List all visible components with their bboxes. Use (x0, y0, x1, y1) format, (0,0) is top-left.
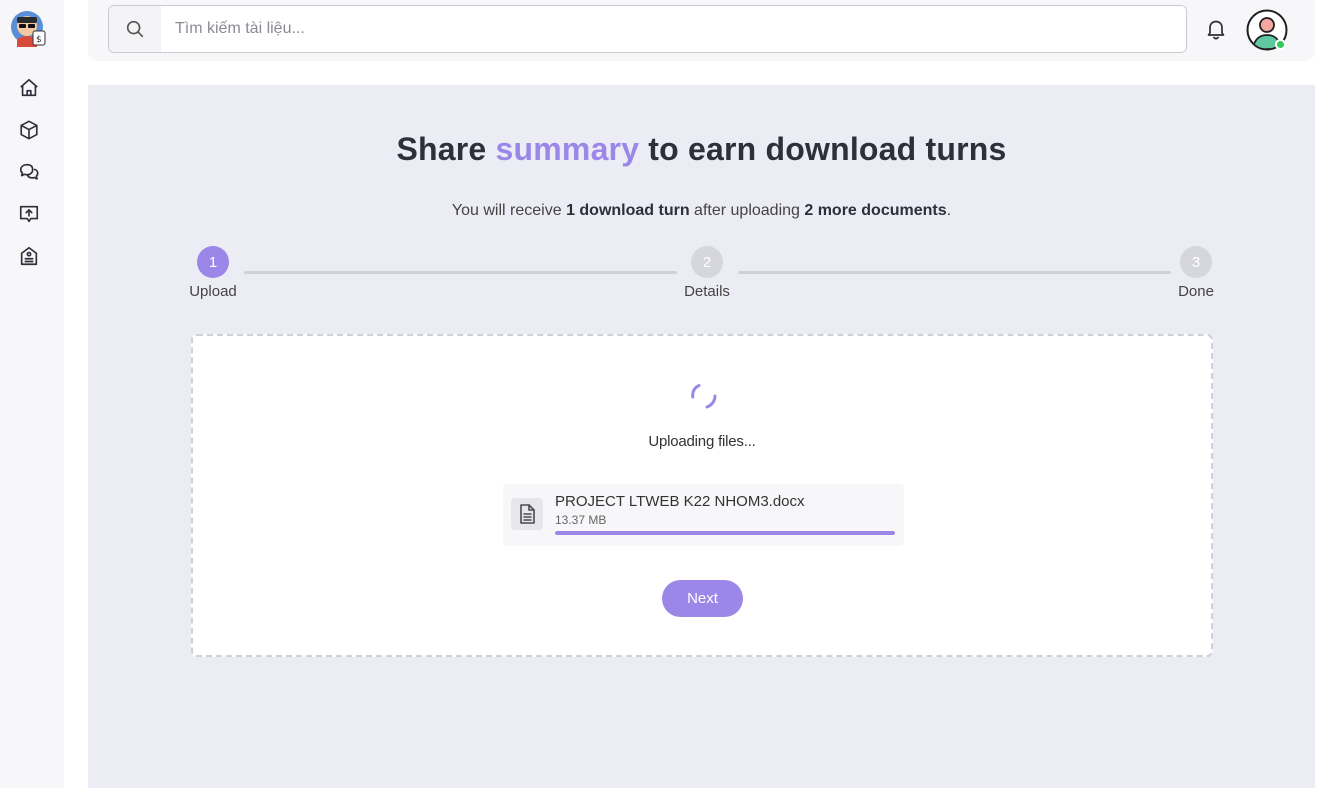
subtitle-bold2: 2 more documents (804, 202, 947, 219)
subtitle-bold1: 1 download turn (566, 202, 690, 219)
loading-spinner-icon (688, 380, 720, 412)
upload-progress-bar (555, 531, 895, 535)
uploaded-file-card: PROJECT LTWEB K22 NHOM3.docx 13.37 MB (503, 484, 904, 546)
subtitle-part2: after uploading (689, 202, 805, 219)
step-3-label: Done (1178, 283, 1214, 300)
step-2-label: Details (684, 283, 730, 300)
search-bar[interactable] (108, 5, 1187, 53)
step-2-circle: 2 (691, 246, 723, 278)
step-1-label: Upload (189, 283, 237, 300)
svg-text:$: $ (36, 35, 42, 45)
home-icon[interactable] (17, 76, 41, 100)
mascot-logo[interactable]: $ (9, 9, 49, 49)
title-prefix: Share (396, 131, 496, 167)
online-status-indicator (1275, 39, 1286, 50)
sidebar: $ (0, 0, 64, 788)
page-title: Share summary to earn download turns (88, 131, 1315, 168)
subtitle-part1: You will receive (451, 202, 567, 219)
subtitle-part3: . (946, 202, 952, 219)
step-connector-2 (738, 271, 1171, 274)
upload-dropzone[interactable]: Uploading files... PROJECT LTWEB K22 NHO… (191, 334, 1213, 657)
main-content: Share summary to earn download turns You… (88, 85, 1315, 788)
top-header (88, 0, 1315, 61)
title-suffix: to earn download turns (639, 131, 1007, 167)
next-button[interactable]: Next (662, 580, 743, 617)
title-accent: summary (495, 131, 640, 167)
page-subtitle: You will receive 1 download turn after u… (88, 202, 1315, 220)
chat-bubbles-icon[interactable] (17, 160, 41, 184)
upload-progress-fill (555, 531, 895, 535)
step-1-circle: 1 (197, 246, 229, 278)
bell-icon[interactable] (1203, 16, 1229, 42)
search-input[interactable] (161, 6, 1186, 52)
file-size: 13.37 MB (555, 513, 607, 527)
upload-box-icon[interactable] (17, 202, 41, 226)
step-connector-1 (244, 271, 677, 274)
file-name: PROJECT LTWEB K22 NHOM3.docx (555, 493, 805, 510)
step-3-circle: 3 (1180, 246, 1212, 278)
cube-icon[interactable] (17, 118, 41, 142)
building-icon[interactable] (17, 244, 41, 268)
uploading-status: Uploading files... (648, 433, 756, 450)
document-icon (511, 498, 543, 530)
search-icon[interactable] (109, 6, 161, 52)
